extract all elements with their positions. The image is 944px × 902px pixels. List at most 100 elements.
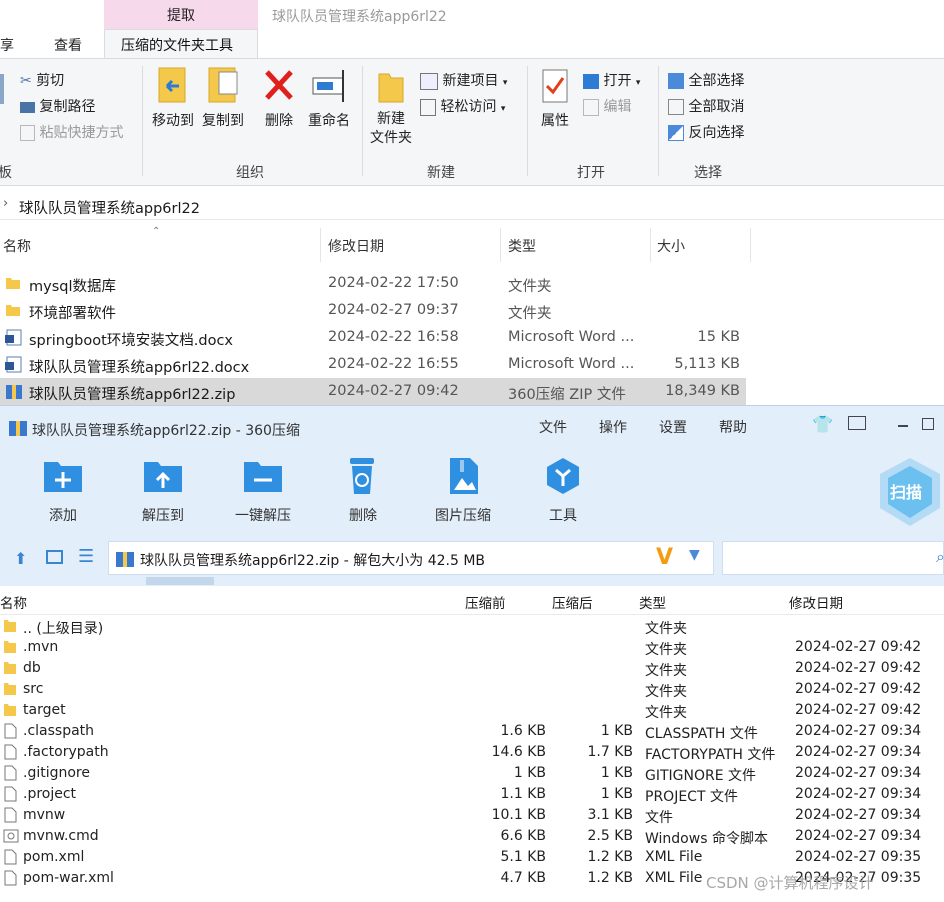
column-header-size[interactable]: 大小 (657, 236, 685, 256)
folder-icon (4, 683, 16, 695)
easy-access-button[interactable]: 轻松访问 ▾ (420, 96, 505, 116)
zip-row[interactable]: mvnw.cmd 6.6 KB 2.5 KB Windows 命令脚本 2024-02-… (0, 826, 944, 847)
copy-path-button[interactable]: 复制路径 (20, 96, 95, 116)
new-folder-button[interactable]: 新建 文件夹 (366, 66, 416, 148)
tab-share[interactable]: 共享 (0, 35, 14, 55)
column-header-date[interactable]: 修改日期 (328, 236, 384, 256)
copy-to-button[interactable]: 复制到 (198, 66, 248, 130)
new-item-button[interactable]: 新建项目 ▾ (420, 70, 507, 90)
scroll-thumb[interactable] (146, 577, 214, 585)
search-input[interactable]: ⌕ (722, 541, 944, 575)
zip-row[interactable]: .mvn 文件夹 2024-02-27 09:42 (0, 637, 944, 658)
menu-help[interactable]: 帮助 (719, 417, 747, 437)
properties-icon (542, 69, 568, 103)
tab-view[interactable]: 查看 (54, 35, 82, 55)
select-none-button[interactable]: 全部取消 (668, 96, 744, 116)
select-all-button[interactable]: 全部选择 (668, 70, 744, 90)
column-header-type[interactable]: 类型 (508, 236, 536, 256)
context-tab-extract[interactable]: 提取 (104, 0, 258, 29)
menu-settings[interactable]: 设置 (659, 417, 687, 437)
zip-window-title: 球队队员管理系统app6rl22.zip - 360压缩 (32, 423, 300, 439)
up-arrow-icon[interactable]: ⬆ (14, 549, 27, 568)
column-divider[interactable] (500, 228, 501, 262)
zip-delete-button[interactable] (344, 456, 380, 500)
file-row[interactable]: 环境部署软件 2024-02-27 09:37 文件夹 (0, 297, 746, 324)
zip-row[interactable]: .factorypath 14.6 KB 1.7 KB FACTORYPATH 文件 2… (0, 742, 944, 763)
add-button[interactable] (42, 458, 84, 498)
word-doc-icon (5, 356, 22, 373)
rename-button[interactable]: 重命名 (305, 66, 353, 130)
image-compress-label: 图片压缩 (435, 508, 491, 524)
zip-column-type[interactable]: 类型 (639, 592, 666, 612)
zip-row[interactable]: .. (上级目录) 文件夹 (0, 616, 944, 637)
ribbon-separator (658, 66, 659, 176)
edit-button[interactable]: 编辑 (583, 96, 631, 116)
move-to-button[interactable]: 移动到 (148, 66, 198, 130)
file-row[interactable]: springboot环境安装文档.docx 2024-02-22 16:58 M… (0, 324, 746, 351)
tab-compressed-folder-tools[interactable]: 压缩的文件夹工具 (121, 35, 233, 55)
new-folder-icon (378, 73, 404, 103)
zip-row[interactable]: src 文件夹 2024-02-27 09:42 (0, 679, 944, 700)
zip-row[interactable]: pom.xml 5.1 KB 1.2 KB XML File 2024-02-27 09… (0, 847, 944, 868)
v-logo-icon[interactable]: V (656, 545, 673, 570)
chevron-right-icon: › (3, 196, 9, 211)
new-group-label: 新建 (427, 165, 455, 181)
organize-group-label: 组织 (236, 165, 264, 181)
zip-icon (116, 552, 134, 567)
folder-icon (4, 620, 16, 632)
zip-row[interactable]: target 文件夹 2024-02-27 09:42 (0, 700, 944, 721)
thumbnail-view-icon[interactable] (46, 550, 63, 564)
image-compress-button[interactable] (446, 456, 482, 500)
zip-row[interactable]: mvnw 10.1 KB 3.1 KB 文件 2024-02-27 09:34 (0, 805, 944, 826)
paste-shortcut-button[interactable]: 粘贴快捷方式 (20, 122, 123, 142)
zip-row[interactable]: db 文件夹 2024-02-27 09:42 (0, 658, 944, 679)
zip-column-date[interactable]: 修改日期 (789, 592, 843, 612)
open-button[interactable]: 打开 ▾ (583, 70, 640, 90)
paste-icon (0, 74, 4, 104)
skin-shirt-icon[interactable]: 👕 (812, 415, 833, 435)
path-bar[interactable]: 球队队员管理系统app6rl22.zip - 解包大小为 42.5 MB V ▼ (108, 541, 714, 575)
zip-column-name[interactable]: 名称 (0, 592, 27, 612)
column-header-name[interactable]: 名称 (3, 236, 31, 256)
zip-row[interactable]: .project 1.1 KB 1 KB PROJECT 文件 2024-02-27 0… (0, 784, 944, 805)
zip-column-after[interactable]: 压缩后 (552, 592, 593, 612)
menu-operate[interactable]: 操作 (599, 417, 627, 437)
file-row[interactable]: 球队队员管理系统app6rl22.docx 2024-02-22 16:55 M… (0, 351, 746, 378)
list-view-icon[interactable]: ☰ (78, 546, 94, 567)
open-icon (583, 73, 599, 89)
column-divider[interactable] (320, 228, 321, 262)
file-row[interactable]: mysql数据库 2024-02-22 17:50 文件夹 (0, 270, 746, 297)
invert-selection-button[interactable]: 反向选择 (668, 122, 744, 142)
watermark: CSDN @计算机程序设计 (706, 874, 874, 892)
column-divider[interactable] (750, 228, 751, 262)
file-icon (4, 807, 17, 823)
rename-icon (312, 70, 344, 102)
chevron-down-icon[interactable]: ▼ (689, 547, 700, 563)
column-divider[interactable] (650, 228, 651, 262)
minimize-icon[interactable] (898, 425, 908, 427)
address-path: 球队队员管理系统app6rl22 (19, 201, 200, 217)
delete-button[interactable]: 删除 (258, 66, 300, 130)
scan-label: 扫描 (890, 483, 923, 502)
one-click-extract-label: 一键解压 (235, 508, 291, 524)
clipboard-group-label: 板 (0, 165, 12, 181)
menu-file[interactable]: 文件 (539, 417, 567, 437)
one-click-extract-button[interactable] (242, 458, 284, 498)
cut-button[interactable]: ✂ 剪切 (20, 70, 64, 90)
file-icon (4, 870, 17, 886)
tools-hexagon-icon (547, 458, 579, 494)
zip-row[interactable]: .gitignore 1 KB 1 KB GITIGNORE 文件 2024-02-27… (0, 763, 944, 784)
copy-path-icon (20, 101, 35, 113)
search-icon[interactable]: ⌕ (936, 547, 944, 567)
select-none-icon (668, 99, 684, 115)
file-row-selected[interactable]: 球队队员管理系统app6rl22.zip 2024-02-27 09:42 36… (0, 378, 746, 405)
properties-button[interactable]: 属性 (533, 66, 577, 130)
zip-column-before[interactable]: 压缩前 (465, 592, 506, 612)
zip-row[interactable]: .classpath 1.6 KB 1 KB CLASSPATH 文件 2024-02-… (0, 721, 944, 742)
tools-button[interactable] (544, 456, 582, 500)
extract-to-button[interactable] (142, 458, 184, 498)
address-bar[interactable]: › 球队队员管理系统app6rl22 (0, 193, 944, 220)
feedback-icon[interactable] (848, 416, 866, 430)
maximize-icon[interactable] (922, 418, 934, 430)
sort-up-icon: ⌃ (152, 226, 161, 237)
